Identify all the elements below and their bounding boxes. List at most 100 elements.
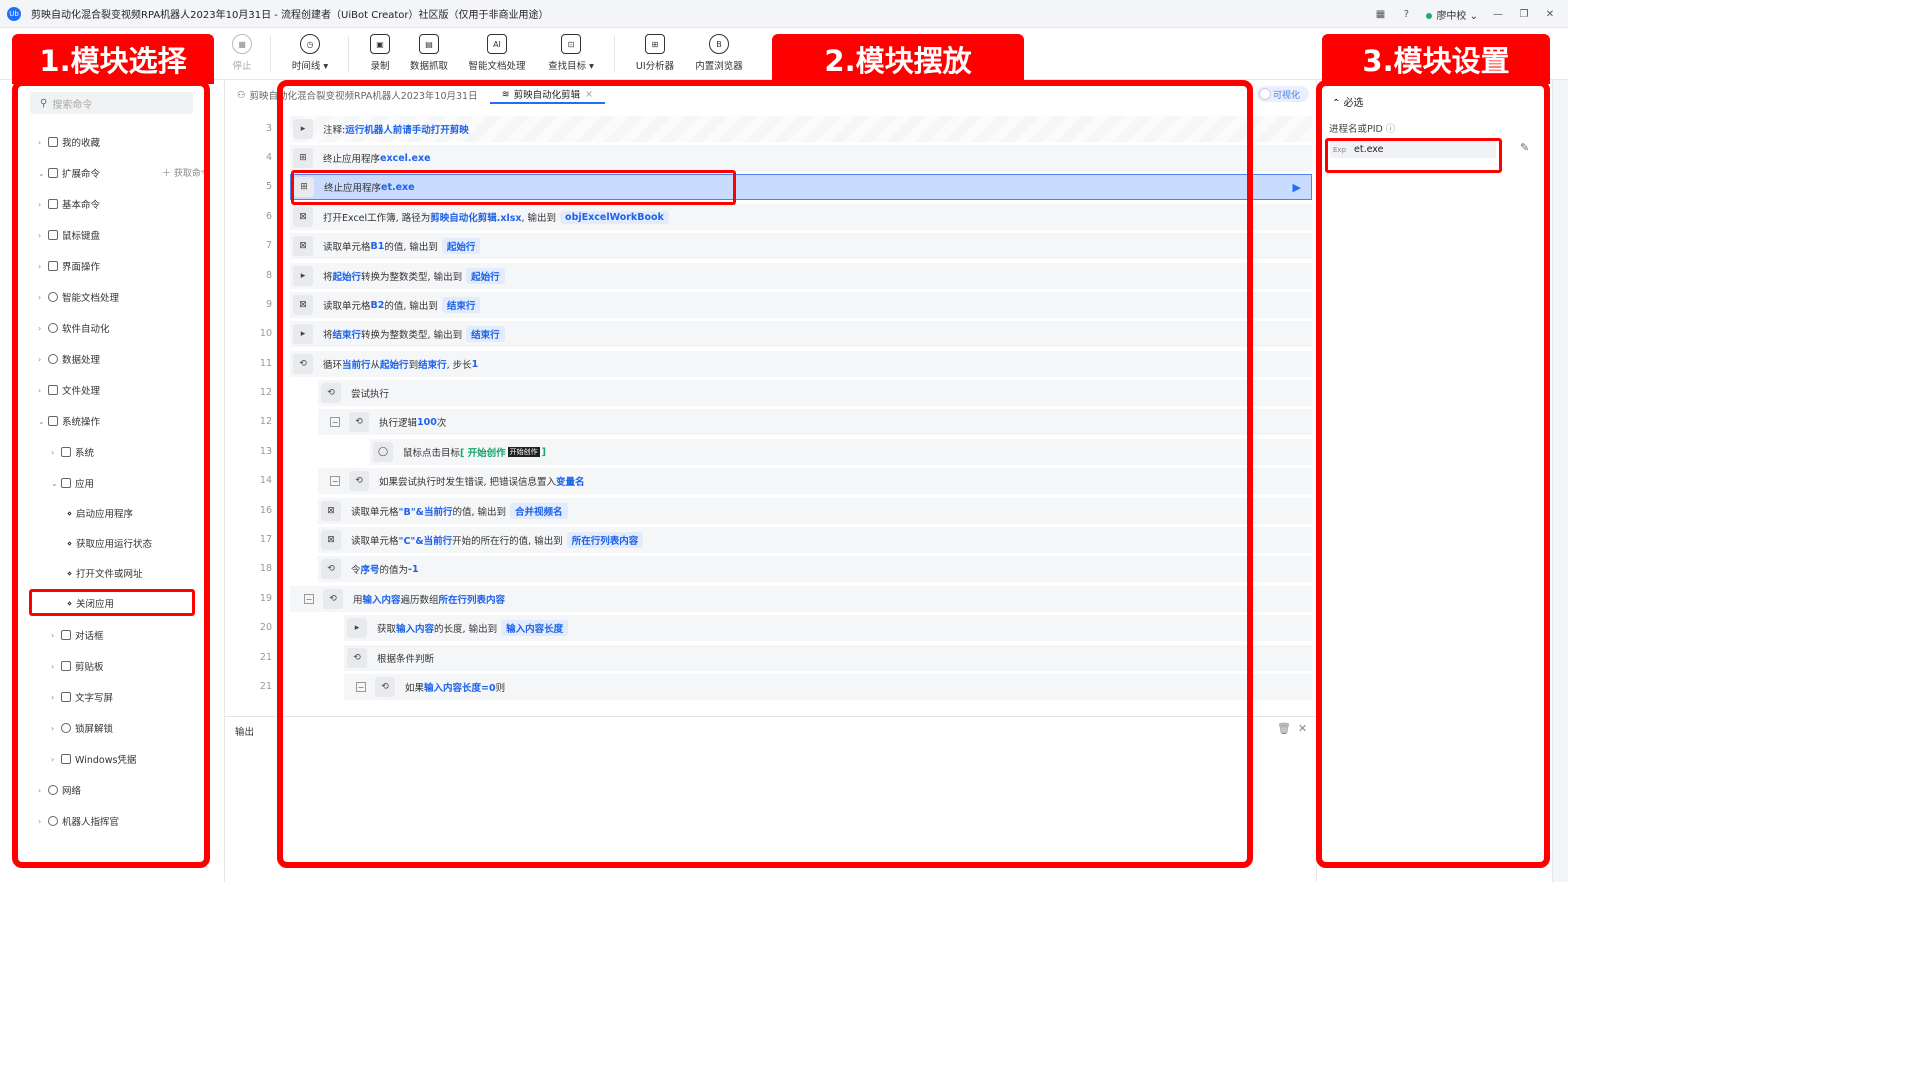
sidebar-item-smart-doc[interactable]: › 智能文档处理 [38, 289, 119, 305]
sidebar-item-network[interactable]: › 网络 [38, 782, 81, 798]
collapse-icon[interactable]: − [330, 417, 340, 427]
sidebar-item-system-ops[interactable]: ⌄ 系统操作 [38, 413, 100, 429]
trash-icon[interactable]: 🗑 [1277, 722, 1291, 735]
sidebar-item-clipboard[interactable]: › 剪贴板 [51, 658, 104, 674]
sidebar-item-extensions[interactable]: ⌄ 扩展命令 [38, 165, 100, 181]
stop-button[interactable]: ■ 停止 [214, 34, 270, 72]
close-icon[interactable]: ✕ [1544, 8, 1556, 20]
tab-main-flow[interactable]: ⚇ 剪映自动化混合裂变视频RPA机器人2023年10月31日 [225, 86, 490, 104]
flow-row-convert-int[interactable]: ▸ 将 结束行 转换为整数类型, 输出到 结束行 [290, 321, 1312, 347]
edit-icon[interactable]: ✎ [1520, 141, 1529, 154]
flow-row-if[interactable]: − ⟲ 如果 输入内容长度=0 则 [344, 674, 1312, 700]
row-output-chip: 起始行 [441, 238, 481, 254]
chevron-right-icon: › [38, 292, 42, 302]
chevron-right-icon: › [38, 230, 42, 240]
user-menu[interactable]: 廖中校 ⌄ [1426, 7, 1478, 22]
row-value: 100 [417, 416, 437, 428]
flow-row-assign[interactable]: ⟲ 令 序号 的值为 -1 [318, 556, 1312, 582]
sidebar-item-lock-unlock[interactable]: › 锁屏解锁 [51, 720, 113, 736]
fetch-command-button[interactable]: ＋ 获取命令 [162, 166, 210, 179]
output-tab[interactable]: 输出 [235, 724, 254, 738]
sidebar-item-launch-app[interactable]: 启动应用程序 [67, 505, 133, 521]
row-text: 读取单元格 [351, 507, 399, 518]
collapse-icon[interactable]: − [330, 476, 340, 486]
collapse-icon[interactable]: − [304, 594, 314, 604]
smart-doc-button[interactable]: AI 智能文档处理 [463, 34, 531, 72]
window-icon [48, 261, 58, 271]
sidebar-item-app-status[interactable]: 获取应用运行状态 [67, 535, 152, 551]
visualize-toggle[interactable]: 可视化 [1257, 86, 1309, 102]
flow-row-comment[interactable]: ▸ 注释: 运行机器人前请手动打开剪映 [290, 116, 1312, 142]
excel-icon: ⊠ [293, 207, 313, 227]
expression-mode-badge[interactable]: Exp [1333, 146, 1346, 154]
flow-row-kill-app-selected[interactable]: ⊞ 终止应用程序 et.exe ▶ [290, 174, 1312, 200]
flow-row-read-cell[interactable]: ⊠ 读取单元格 B2 的值, 输出到 结束行 [290, 292, 1312, 318]
sidebar-item-software-auto[interactable]: › 软件自动化 [38, 320, 110, 336]
flow-row-convert-int[interactable]: ▸ 将 起始行 转换为整数类型, 输出到 起始行 [290, 263, 1312, 289]
sidebar-item-close-app[interactable]: 关闭应用 [67, 595, 114, 611]
flow-row-loop[interactable]: ⟲ 循环 当前行 从 起始行 到 结束行 , 步长 1 [290, 351, 1312, 377]
sidebar-item-mouse-keyboard[interactable]: › 鼠标键盘 [38, 227, 100, 243]
row-text: 的长度, 输出到 [434, 624, 498, 635]
sidebar-item-favorites[interactable]: › 我的收藏 [38, 134, 100, 150]
row-text: 到 [408, 360, 419, 371]
timeline-button[interactable]: ◷ 时间线 ▾ [282, 34, 338, 72]
sidebar-item-file-processing[interactable]: › 文件处理 [38, 382, 100, 398]
pid-input[interactable]: Exp et.exe [1330, 141, 1496, 158]
flow-row-read-cell[interactable]: ⊠ 读取单元格 "B"&当前行 的值, 输出到 合并视频名 [318, 498, 1312, 524]
required-section-header[interactable]: ⌃ 必选 [1332, 94, 1364, 109]
flow-row-try[interactable]: ⟲ 尝试执行 [318, 380, 1312, 406]
flow-row-get-length[interactable]: ▸ 获取 输入内容 的长度, 输出到 输入内容长度 [344, 615, 1312, 641]
tab-close-icon[interactable]: × [585, 89, 593, 100]
ui-analyzer-button[interactable]: ⊞ UI分析器 [627, 34, 683, 72]
flow-row-foreach[interactable]: − ⟲ 用 输入内容 遍历数组 所在行列表内容 [290, 586, 1312, 612]
tab-sub-flow[interactable]: ≋ 剪映自动化剪辑 × [489, 86, 606, 104]
sidebar-item-app[interactable]: ⌄ 应用 [51, 475, 94, 491]
line-number: 19 [259, 593, 272, 604]
chevron-right-icon: › [51, 692, 55, 702]
chevron-right-icon: › [51, 723, 55, 733]
flow-row-condition[interactable]: ⟲ 根据条件判断 [344, 645, 1312, 671]
sidebar-item-system[interactable]: › 系统 [51, 444, 94, 460]
excel-icon: ⊠ [321, 501, 341, 521]
sidebar-item-label: 锁屏解锁 [75, 724, 114, 735]
sidebar-item-dialog[interactable]: › 对话框 [51, 627, 104, 643]
flow-row-open-excel[interactable]: ⊠ 打开Excel工作簿, 路径为 剪映自动化剪辑.xlsx, 输出到 objEx… [290, 204, 1312, 230]
help-circle-icon[interactable]: ⓘ [1386, 124, 1396, 135]
row-text: 开始的所在行的值, 输出到 [452, 536, 563, 547]
sidebar-item-data-processing[interactable]: › 数据处理 [38, 351, 100, 367]
flow-row-read-row[interactable]: ⊠ 读取单元格 "C"&当前行 开始的所在行的值, 输出到 所在行列表内容 [318, 527, 1312, 553]
pie-chart-icon [48, 354, 58, 364]
sidebar-item-ui-ops[interactable]: › 界面操作 [38, 258, 100, 274]
sidebar-item-screen-text[interactable]: › 文字写屏 [51, 689, 113, 705]
flow-row-read-cell[interactable]: ⊠ 读取单元格 B1 的值, 输出到 起始行 [290, 233, 1312, 259]
apps-icon [61, 478, 71, 488]
minimize-icon[interactable]: — [1492, 8, 1504, 20]
sidebar-item-windows-credentials[interactable]: › Windows凭据 [51, 751, 136, 767]
flow-row-repeat[interactable]: − ⟲ 执行逻辑 100 次 [318, 409, 1312, 435]
sidebar-item-basic[interactable]: › 基本命令 [38, 196, 100, 212]
builtin-browser-button[interactable]: B 内置浏览器 [688, 34, 750, 72]
close-panel-icon[interactable]: ✕ [1298, 722, 1307, 735]
find-target-button[interactable]: ⊡ 查找目标 ▾ [540, 34, 602, 72]
data-scrape-button[interactable]: ▤ 数据抓取 [401, 34, 457, 72]
sidebar-item-label: 界面操作 [62, 262, 101, 273]
run-line-icon[interactable]: ▶ [1293, 181, 1301, 194]
command-search-input[interactable]: ⚲ 搜索命令 [30, 92, 193, 114]
help-icon[interactable]: ? [1400, 8, 1412, 20]
restore-icon[interactable]: ❐ [1518, 8, 1530, 20]
record-button[interactable]: ▣ 录制 [352, 34, 408, 72]
row-text: 鼠标点击目标 [403, 448, 461, 459]
flow-row-mouse-click[interactable]: ◯ 鼠标点击目标 [ 开始创作 开始创作 ] [370, 439, 1312, 465]
clipboard-icon [61, 661, 71, 671]
flow-row-catch[interactable]: − ⟲ 如果尝试执行时发生错误, 把错误信息置入 变量名 [318, 468, 1312, 494]
banner-module-select: 1.模块选择 [12, 34, 214, 84]
sidebar-item-open-file-url[interactable]: 打开文件或网址 [67, 565, 143, 581]
row-value: B1 [370, 240, 385, 252]
window-title: 剪映自动化混合裂变视频RPA机器人2023年10月31日 - 流程创建者（UiB… [31, 10, 549, 21]
grid-icon[interactable]: ▦ [1374, 8, 1386, 20]
sidebar-item-commander[interactable]: › 机器人指挥官 [38, 813, 119, 829]
collapse-icon[interactable]: − [356, 682, 366, 692]
row-value: 起始行 [332, 272, 362, 283]
flow-row-kill-app[interactable]: ⊞ 终止应用程序 excel.exe [290, 145, 1312, 171]
